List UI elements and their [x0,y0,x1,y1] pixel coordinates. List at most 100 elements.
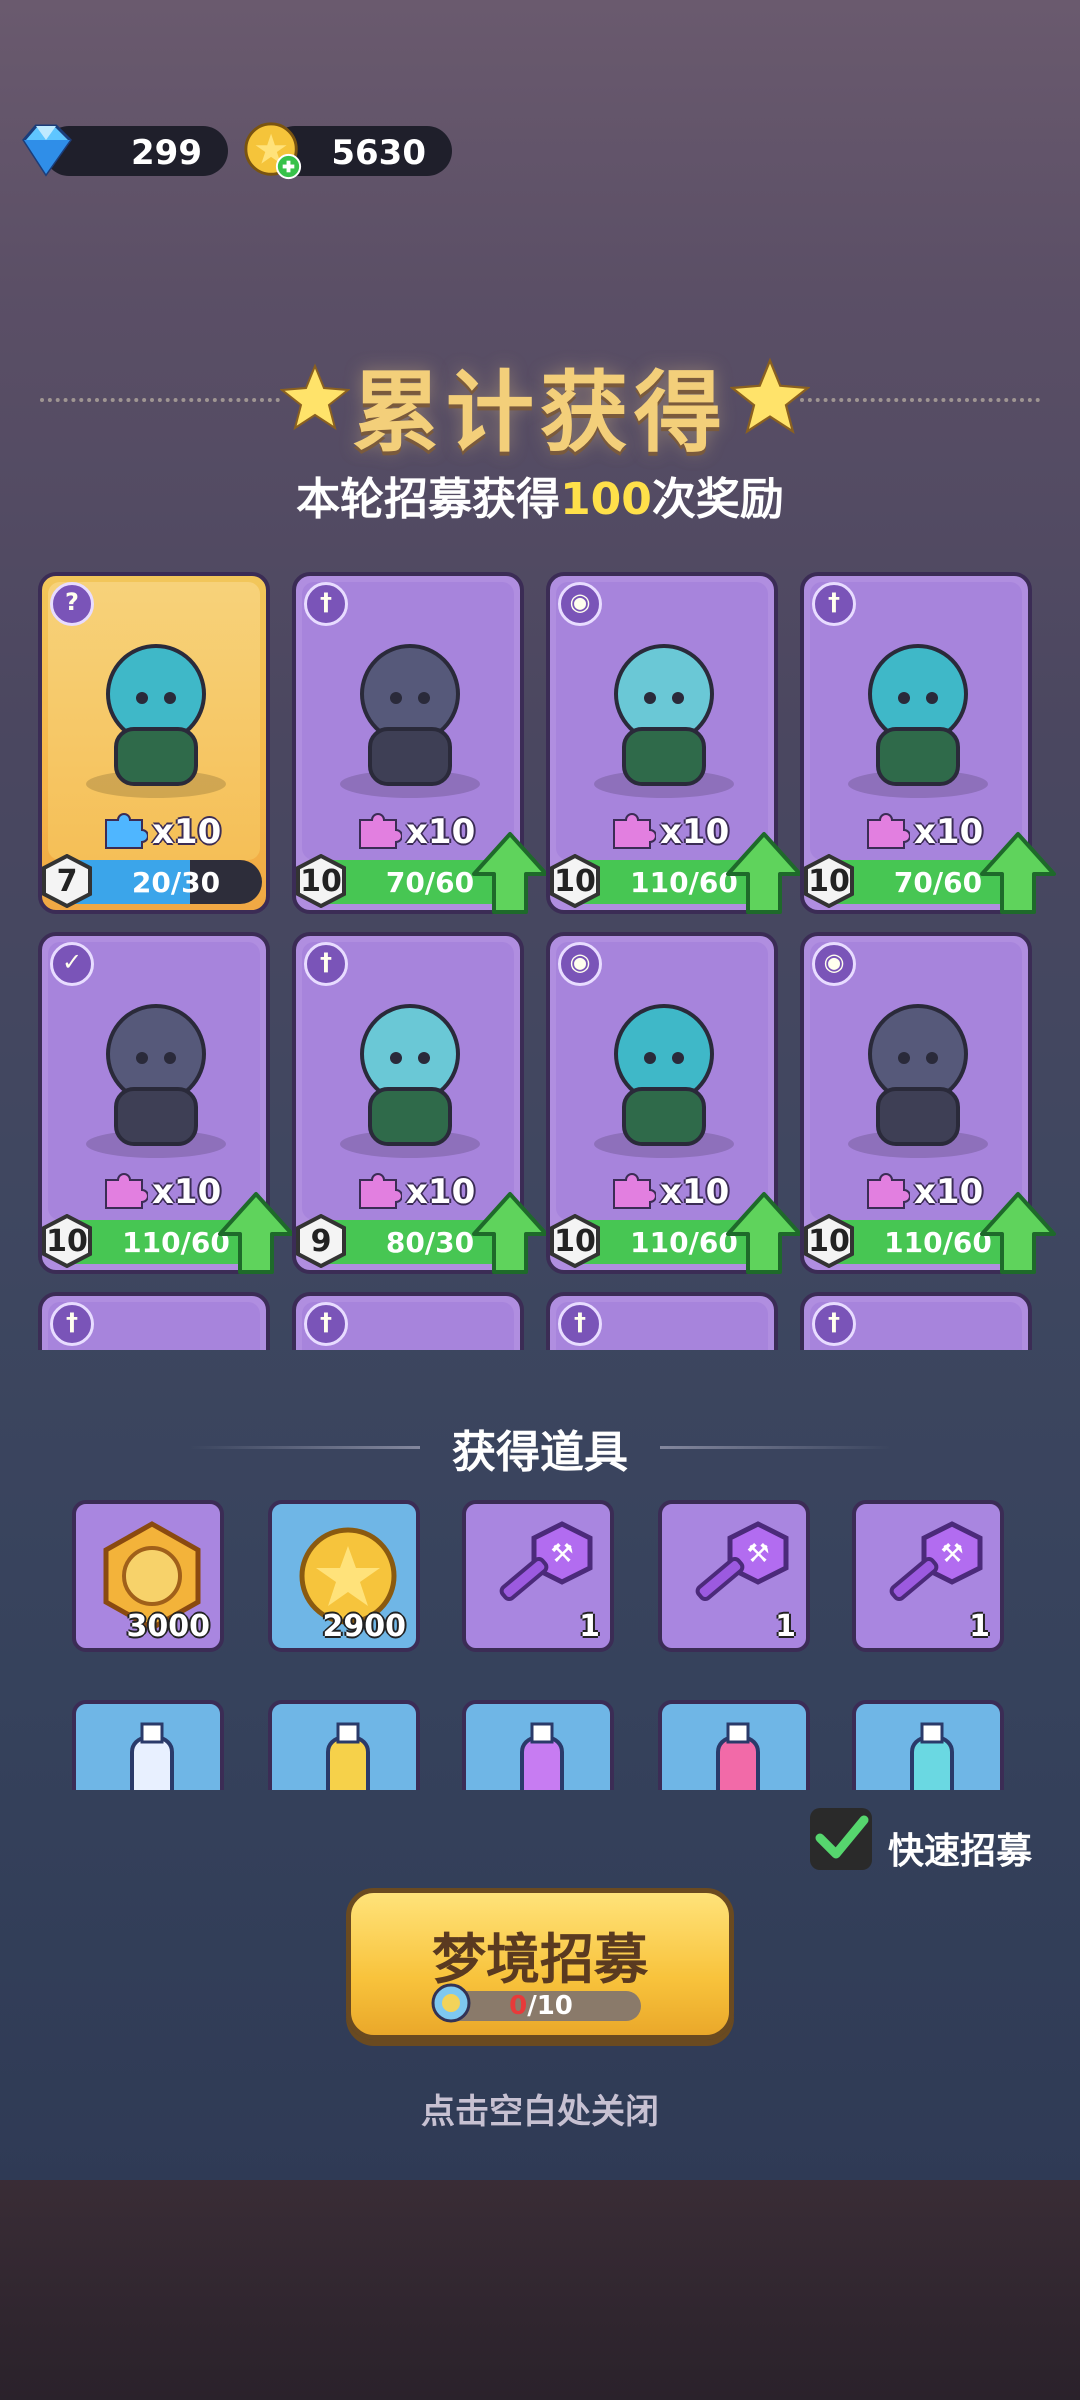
level-badge: 10 [550,1213,602,1269]
potion-icon: ◉ [812,942,856,986]
hero-card[interactable]: † [38,1292,270,1350]
hero-level: 10 [808,1224,850,1259]
coin-add-icon[interactable] [242,120,304,182]
class-glyph: ✓ [61,948,83,976]
class-glyph: ◉ [569,948,591,976]
hero-portrait [340,644,480,798]
upgrade-arrow-icon [218,1192,294,1274]
item-tile-potion[interactable] [462,1700,614,1790]
level-badge: 10 [804,853,856,909]
puzzle-shard-icon [613,1173,656,1209]
checkmark-icon [815,1815,869,1859]
hero-level: 10 [808,864,850,899]
level-badge: 7 [42,853,94,909]
item-tile-potion[interactable] [72,1700,224,1790]
potion-icon: ◉ [558,942,602,986]
class-glyph: † [320,1308,332,1336]
shard-count: x10 [660,1172,730,1212]
sword-icon: † [50,1302,94,1346]
level-badge: 10 [296,853,348,909]
potion-bottle-icon [326,1722,370,1790]
shard-count: x10 [914,1172,984,1212]
hero-card[interactable]: † [800,1292,1032,1350]
shard-count: x10 [406,812,476,852]
sword-icon: † [304,582,348,626]
hero-card[interactable]: ? x10 20/30 7 [38,572,270,914]
item-quantity: 1 [775,1609,796,1644]
quick-recruit-checkbox[interactable] [810,1808,872,1870]
bow-icon: ✓ [50,942,94,986]
potion-icon: ◉ [558,582,602,626]
hero-card[interactable]: † [292,1292,524,1350]
item-tile-purple-key[interactable]: ⚒ 1 [462,1500,614,1652]
hero-level: 10 [554,864,596,899]
quick-recruit-label[interactable]: 快速招募 [888,1822,1032,1874]
class-glyph: † [574,1308,586,1336]
staff-icon: ? [50,582,94,626]
item-tile-gold-coin[interactable]: 2900 [268,1500,420,1652]
class-glyph: † [320,588,332,616]
upgrade-arrow-icon [980,832,1056,914]
hero-grid[interactable]: ? x10 20/30 7 † x10 70/60 10 ◉ x10 110/60 10 † x10 70/… [0,560,1080,1350]
gem-amount: 299 [131,133,202,173]
item-tile-potion[interactable] [268,1700,420,1790]
bottom-nav-background [0,2180,1080,2400]
item-tile-potion[interactable] [852,1700,1004,1790]
class-glyph: † [828,1308,840,1336]
sword-icon: † [812,582,856,626]
class-glyph: ◉ [823,948,845,976]
coin-amount: 5630 [331,133,426,173]
level-badge: 10 [42,1213,94,1269]
hero-card[interactable]: † [546,1292,778,1350]
item-tile-purple-key[interactable]: ⚒ 1 [658,1500,810,1652]
item-quantity: 3000 [126,1609,211,1644]
item-tile-hero-medal[interactable]: 3000 [72,1500,224,1652]
potion-bottle-icon [130,1722,174,1790]
puzzle-shard-icon [867,813,910,849]
sword-icon: † [812,1302,856,1346]
hero-level: 10 [300,864,342,899]
item-tile-purple-key[interactable]: ⚒ 1 [852,1500,1004,1652]
sword-icon: † [558,1302,602,1346]
hero-portrait [340,1004,480,1158]
shard-count: x10 [152,812,222,852]
upgrade-arrow-icon [980,1192,1056,1274]
puzzle-shard-icon [359,1173,402,1209]
potion-bottle-icon [910,1722,954,1790]
class-glyph: † [320,948,332,976]
recruit-button-label: 梦境招募 [432,1928,648,1991]
level-badge: 10 [804,1213,856,1269]
upgrade-arrow-icon [726,1192,802,1274]
upgrade-arrow-icon [726,832,802,914]
shard-count: x10 [660,812,730,852]
dream-recruit-button[interactable]: 梦境招募 0/10 [346,1888,734,2040]
hero-portrait [594,644,734,798]
diamond-icon [22,124,72,177]
hero-level: 9 [310,1224,332,1259]
item-quantity: 2900 [322,1609,407,1644]
shard-count: x10 [406,1172,476,1212]
subtitle-suffix: 次奖励 [651,474,784,525]
class-glyph: ◉ [569,588,591,616]
shard-count: x10 [914,812,984,852]
items-section-title: 获得道具 [452,1427,628,1478]
upgrade-arrow-icon [472,1192,548,1274]
level-badge: 9 [296,1213,348,1269]
item-grid[interactable]: 3000 2900 ⚒ 1 ⚒ 1 ⚒ 1 [0,1500,1080,1790]
hero-portrait [86,644,226,798]
potion-bottle-icon [716,1722,760,1790]
puzzle-shard-icon [105,813,148,849]
hero-progress-text: 20/30 [131,866,221,899]
hero-portrait [848,644,988,798]
subtitle-prefix: 本轮招募获得 [296,474,561,525]
hero-level: 7 [56,864,78,899]
hero-portrait [594,1004,734,1158]
level-badge: 10 [550,853,602,909]
close-hint: 点击空白处关闭 [421,2092,659,2132]
svg-text:⚒: ⚒ [940,1539,963,1569]
hero-portrait [86,1004,226,1158]
potion-bottle-icon [520,1722,564,1790]
item-quantity: 1 [579,1609,600,1644]
sword-icon: † [304,1302,348,1346]
item-tile-potion[interactable] [658,1700,810,1790]
